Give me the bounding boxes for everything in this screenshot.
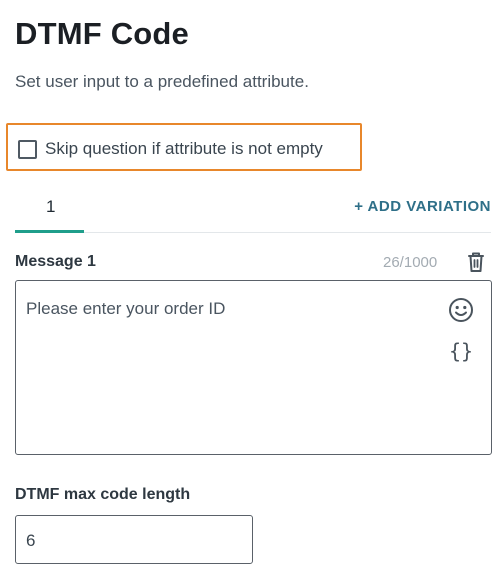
page-subtitle: Set user input to a predefined attribute… — [15, 72, 309, 91]
dtmf-max-length-input[interactable]: 6 — [15, 515, 253, 564]
variable-braces-icon[interactable]: {} — [449, 338, 473, 364]
tab-variation-1-label: 1 — [46, 197, 56, 216]
dtmf-max-length-label: DTMF max code length — [15, 486, 191, 503]
active-tab-indicator — [15, 230, 84, 233]
character-counter: 26/1000 — [383, 254, 438, 271]
message-label: Message 1 — [15, 253, 96, 270]
message-text[interactable]: Please enter your order ID — [26, 298, 225, 320]
page-title: DTMF Code — [15, 16, 189, 51]
dtmf-max-length-value[interactable]: 6 — [26, 530, 35, 552]
skip-checkbox[interactable] — [18, 140, 37, 159]
trash-icon[interactable] — [465, 250, 487, 274]
skip-if-not-empty-option[interactable]: Skip question if attribute is not empty — [6, 123, 362, 171]
emoji-icon[interactable] — [448, 297, 474, 323]
skip-checkbox-label[interactable]: Skip question if attribute is not empty — [45, 138, 323, 160]
variation-tabs: 1 + ADD VARIATION — [15, 186, 491, 233]
message-textarea[interactable]: Please enter your order ID {} — [15, 280, 492, 455]
add-variation-button[interactable]: + ADD VARIATION — [354, 196, 491, 218]
tab-variation-1[interactable]: 1 — [15, 186, 84, 233]
